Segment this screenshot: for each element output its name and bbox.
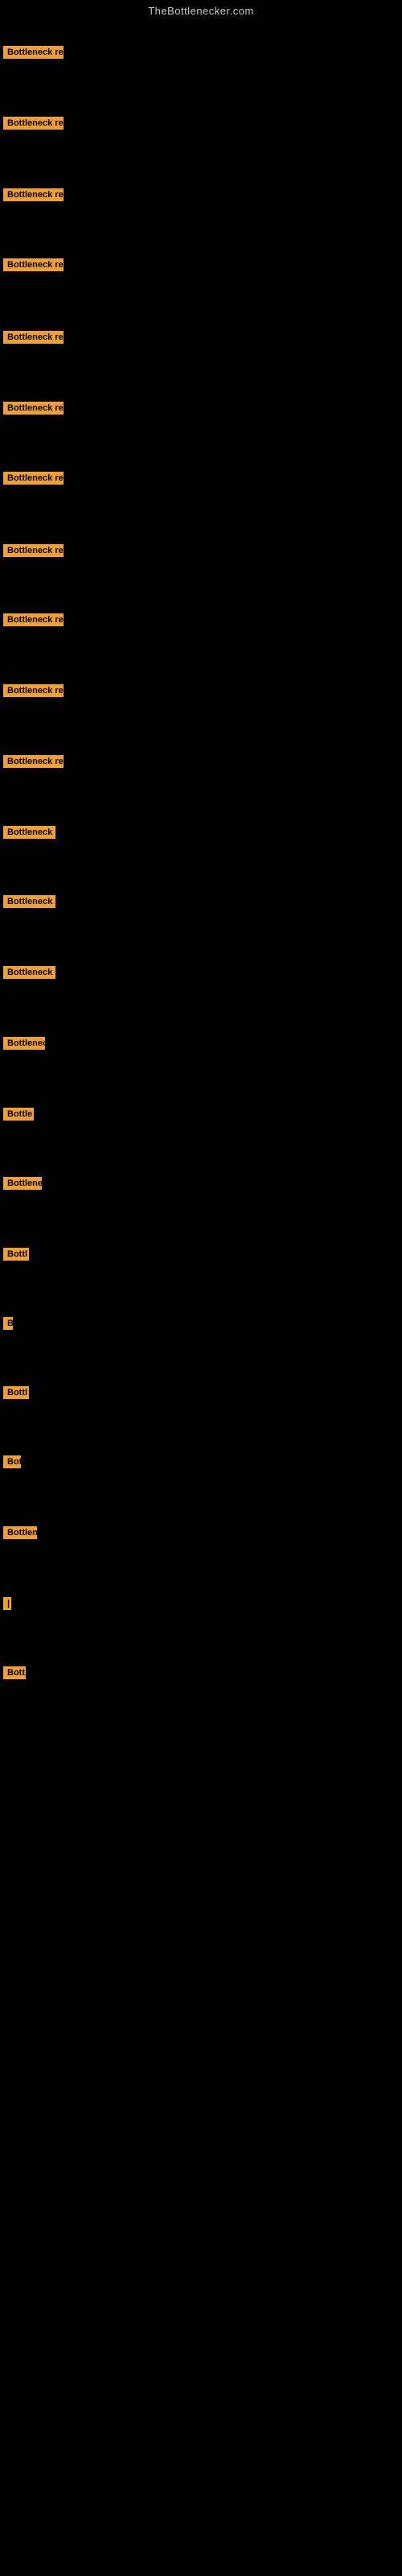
bottleneck-row-16: Bottle [2, 1108, 34, 1125]
bottleneck-bar-5: Bottleneck result [3, 331, 64, 344]
bottleneck-row-6: Bottleneck result [2, 402, 64, 419]
bottleneck-row-1: Bottleneck result [2, 46, 64, 63]
bottleneck-row-2: Bottleneck result [2, 117, 64, 134]
bottleneck-row-23: | [2, 1597, 11, 1614]
bottleneck-bar-7: Bottleneck result [3, 472, 64, 485]
bottleneck-bar-18: Bottl [3, 1248, 29, 1261]
bottleneck-bar-14: Bottleneck resu [3, 966, 55, 979]
bottleneck-bar-20: Bottl [3, 1386, 29, 1399]
bottleneck-row-5: Bottleneck result [2, 331, 64, 348]
bottleneck-row-17: Bottlenec [2, 1177, 42, 1194]
bottleneck-bar-22: Bottlen [3, 1526, 37, 1539]
bottleneck-row-9: Bottleneck result [2, 613, 64, 630]
bottleneck-row-15: Bottleneck [2, 1037, 45, 1054]
bottleneck-row-19: B [2, 1317, 13, 1334]
bottleneck-bar-19: B [3, 1317, 13, 1330]
page-container: TheBottlenecker.com Bottleneck result Bot… [0, 0, 402, 2576]
bottleneck-bar-1: Bottleneck result [3, 46, 64, 59]
bottleneck-bar-8: Bottleneck result [3, 544, 64, 557]
site-title: TheBottlenecker.com [0, 0, 402, 25]
bottleneck-row-12: Bottleneck resu [2, 826, 55, 843]
bottleneck-row-22: Bottlen [2, 1526, 37, 1543]
bottleneck-bar-23: | [3, 1597, 11, 1610]
bottleneck-row-3: Bottleneck result [2, 188, 64, 205]
bottleneck-row-4: Bottleneck result [2, 258, 64, 275]
bottleneck-bar-4: Bottleneck result [3, 258, 64, 271]
bottleneck-bar-2: Bottleneck result [3, 117, 64, 130]
bottleneck-row-11: Bottleneck result [2, 755, 64, 772]
bottleneck-bar-17: Bottlenec [3, 1177, 42, 1190]
bottleneck-bar-15: Bottleneck [3, 1037, 45, 1050]
bottleneck-row-14: Bottleneck resu [2, 966, 55, 983]
bottleneck-row-24: Bott [2, 1666, 26, 1683]
bottleneck-bar-16: Bottle [3, 1108, 34, 1121]
bottleneck-bar-9: Bottleneck result [3, 613, 64, 626]
bottleneck-row-8: Bottleneck result [2, 544, 64, 561]
bottleneck-bar-13: Bottleneck resu [3, 895, 55, 908]
bottleneck-row-21: Bot [2, 1455, 21, 1472]
bottleneck-row-20: Bottl [2, 1386, 29, 1403]
bottleneck-bar-6: Bottleneck result [3, 402, 64, 415]
bottleneck-bar-21: Bot [3, 1455, 21, 1468]
bottleneck-bar-11: Bottleneck result [3, 755, 64, 768]
bottleneck-row-10: Bottleneck result [2, 684, 64, 701]
bottleneck-bar-24: Bott [3, 1666, 26, 1679]
bottleneck-bar-10: Bottleneck result [3, 684, 64, 697]
bottleneck-row-7: Bottleneck result [2, 472, 64, 489]
bottleneck-bar-3: Bottleneck result [3, 188, 64, 201]
bottleneck-row-18: Bottl [2, 1248, 29, 1265]
bottleneck-bar-12: Bottleneck resu [3, 826, 55, 839]
bottleneck-row-13: Bottleneck resu [2, 895, 55, 912]
